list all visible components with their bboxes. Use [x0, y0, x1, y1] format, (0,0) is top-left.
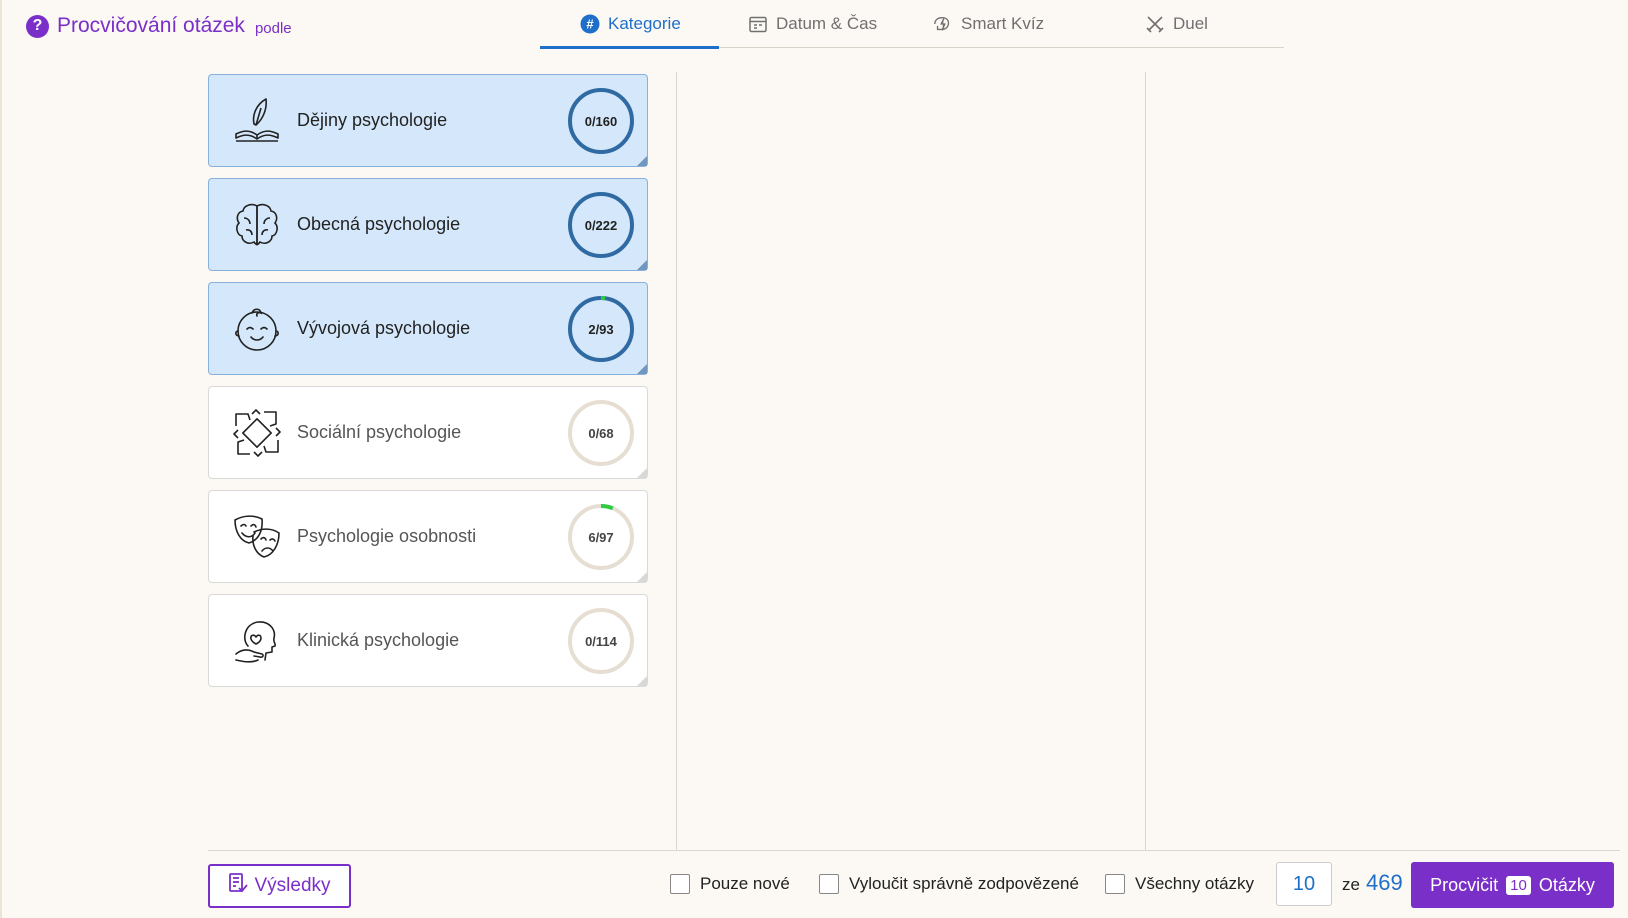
book-quill-icon — [231, 95, 283, 147]
tab-label: Smart Kvíz — [961, 14, 1045, 33]
brain-icon — [231, 199, 283, 251]
category-card-osobnosti[interactable]: Psychologie osobnosti 6/97 — [208, 490, 648, 583]
exclude-correct-checkbox[interactable] — [819, 874, 839, 894]
exclude-correct-option[interactable]: Vyloučit správně zodpovězené — [819, 874, 1079, 894]
progress-count: 0/68 — [588, 425, 614, 441]
page-title: Procvičování otázek — [57, 14, 245, 37]
page-header: ? Procvičování otázek podle — [26, 12, 292, 40]
category-card-dejiny[interactable]: Dějiny psychologie 0/160 — [208, 74, 648, 167]
progress-count: 0/114 — [585, 633, 617, 649]
category-label: Psychologie osobnosti — [297, 526, 477, 546]
all-questions-checkbox[interactable] — [1105, 874, 1125, 894]
tab-datum-cas[interactable]: Datum & Čas — [719, 0, 905, 48]
hash-icon: # — [580, 14, 600, 34]
all-questions-label: Všechny otázky — [1135, 874, 1255, 893]
tab-label: Kategorie — [608, 14, 681, 33]
category-label: Dějiny psychologie — [297, 110, 448, 130]
calendar-icon — [748, 14, 768, 34]
card-corner — [637, 468, 647, 478]
card-corner — [637, 676, 647, 686]
category-card-vyvojova[interactable]: Vývojová psychologie 2/93 — [208, 282, 648, 375]
only-new-label: Pouze nové — [700, 874, 790, 893]
card-corner — [637, 364, 647, 374]
only-new-checkbox[interactable] — [670, 874, 690, 894]
results-label: Výsledky — [254, 875, 331, 896]
joined-hands-icon — [231, 407, 283, 459]
crossed-swords-icon — [1145, 14, 1165, 34]
theater-masks-icon — [231, 511, 283, 563]
category-label: Klinická psychologie — [297, 630, 460, 650]
column-divider — [676, 72, 677, 850]
tab-smart-kviz[interactable]: Smart Kvíz — [905, 0, 1107, 48]
progress-count: 2/93 — [588, 321, 614, 337]
category-card-obecna[interactable]: Obecná psychologie 0/222 — [208, 178, 648, 271]
practice-suffix: Otázky — [1538, 874, 1595, 895]
baby-face-icon — [231, 303, 283, 355]
practice-page: ? Procvičování otázek podle # Kategorie … — [0, 0, 1628, 918]
tab-label: Duel — [1173, 14, 1208, 33]
category-label: Sociální psychologie — [297, 422, 462, 442]
progress-count: 6/97 — [588, 529, 614, 545]
exclude-correct-label: Vyloučit správně zodpovězené — [849, 874, 1079, 893]
results-button[interactable]: Výsledky — [208, 864, 351, 908]
category-card-klinicka[interactable]: Klinická psychologie 0/114 — [208, 594, 648, 687]
card-corner — [637, 260, 647, 270]
results-list-icon — [228, 872, 249, 900]
lightning-brain-icon — [933, 14, 953, 34]
mode-tabs: # Kategorie Datum & Čas Smart Kvíz Duel — [540, 0, 1284, 49]
tab-duel[interactable]: Duel — [1107, 0, 1284, 48]
all-questions-option[interactable]: Všechny otázky — [1105, 874, 1254, 894]
question-count-input[interactable] — [1276, 862, 1332, 906]
tab-label: Datum & Čas — [776, 14, 878, 33]
column-divider — [1145, 72, 1146, 850]
card-corner — [637, 156, 647, 166]
practice-count-badge: 10 — [1506, 875, 1531, 895]
category-label: Obecná psychologie — [297, 214, 461, 234]
practice-label: Procvičit — [1430, 874, 1499, 895]
footer-divider — [208, 850, 1620, 851]
of-label: ze — [1342, 875, 1360, 894]
category-card-socialni[interactable]: Sociální psychologie 0/68 — [208, 386, 648, 479]
total-questions: 469 — [1366, 870, 1403, 895]
question-circle-icon[interactable]: ? — [26, 14, 49, 38]
page-subtitle: podle — [254, 19, 292, 37]
card-corner — [637, 572, 647, 582]
progress-count: 0/222 — [584, 217, 618, 233]
only-new-option[interactable]: Pouze nové — [670, 874, 790, 894]
svg-text:#: # — [586, 17, 594, 32]
category-list: Dějiny psychologie 0/160 Obecná psycholo… — [208, 74, 648, 698]
progress-count: 0/160 — [584, 113, 618, 129]
category-label: Vývojová psychologie — [297, 318, 471, 338]
practice-button[interactable]: Procvičit 10 Otázky — [1411, 862, 1614, 908]
tab-kategorie[interactable]: # Kategorie — [540, 0, 719, 49]
head-heart-hand-icon — [231, 615, 283, 667]
